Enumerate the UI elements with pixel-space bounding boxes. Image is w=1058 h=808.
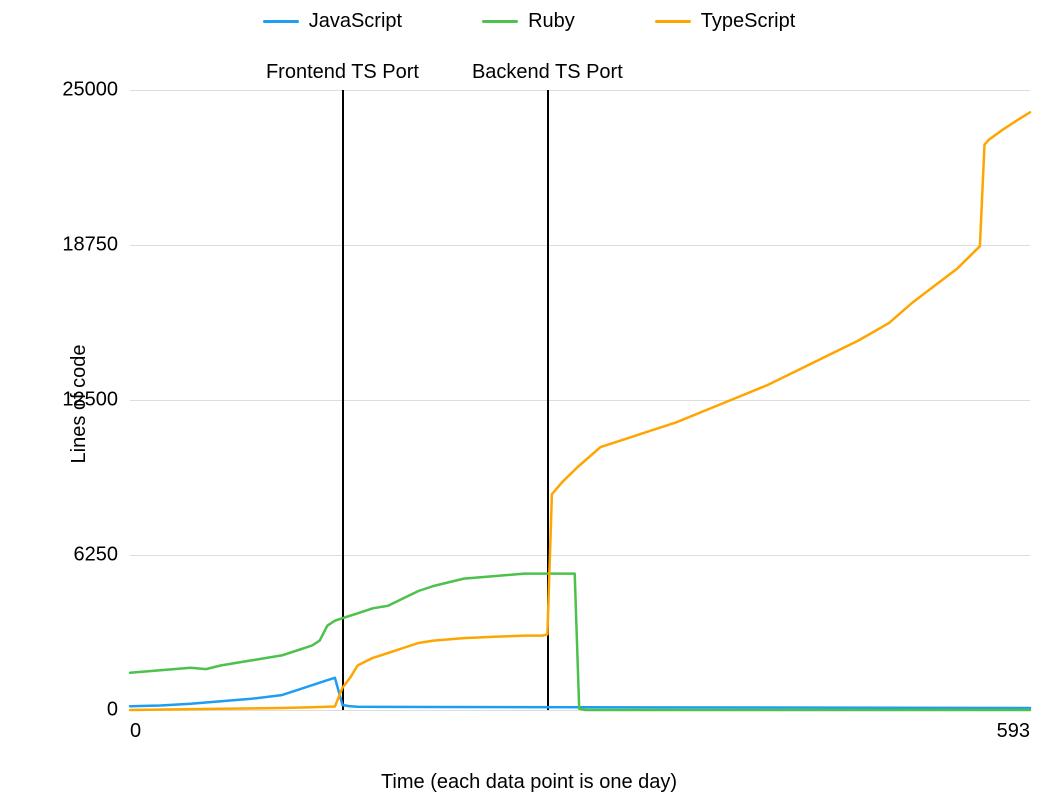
y-tick: 18750 — [62, 234, 118, 257]
legend-swatch-javascript — [263, 20, 299, 23]
annotation-label: Frontend TS Port — [266, 61, 419, 84]
series-typescript — [130, 112, 1030, 710]
y-tick: 6250 — [74, 544, 119, 567]
legend-item-typescript: TypeScript — [655, 10, 795, 33]
legend-label: Ruby — [528, 10, 575, 33]
legend: JavaScript Ruby TypeScript — [0, 10, 1058, 33]
plot-area: 06250125001875025000 0 593 Frontend TS P… — [130, 90, 1030, 710]
y-tick: 0 — [107, 699, 118, 722]
x-tick: 593 — [997, 720, 1030, 743]
legend-item-javascript: JavaScript — [263, 10, 402, 33]
legend-label: TypeScript — [701, 10, 795, 33]
legend-item-ruby: Ruby — [482, 10, 575, 33]
y-tick: 25000 — [62, 79, 118, 102]
legend-label: JavaScript — [309, 10, 402, 33]
chart-container: JavaScript Ruby TypeScript Lines of code… — [0, 0, 1058, 808]
y-tick: 12500 — [62, 389, 118, 412]
x-axis-label: Time (each data point is one day) — [0, 771, 1058, 794]
annotation-label: Backend TS Port — [472, 61, 623, 84]
line-series — [130, 90, 1030, 710]
x-tick: 0 — [130, 720, 141, 743]
legend-swatch-typescript — [655, 20, 691, 23]
series-ruby — [130, 574, 1030, 710]
legend-swatch-ruby — [482, 20, 518, 23]
